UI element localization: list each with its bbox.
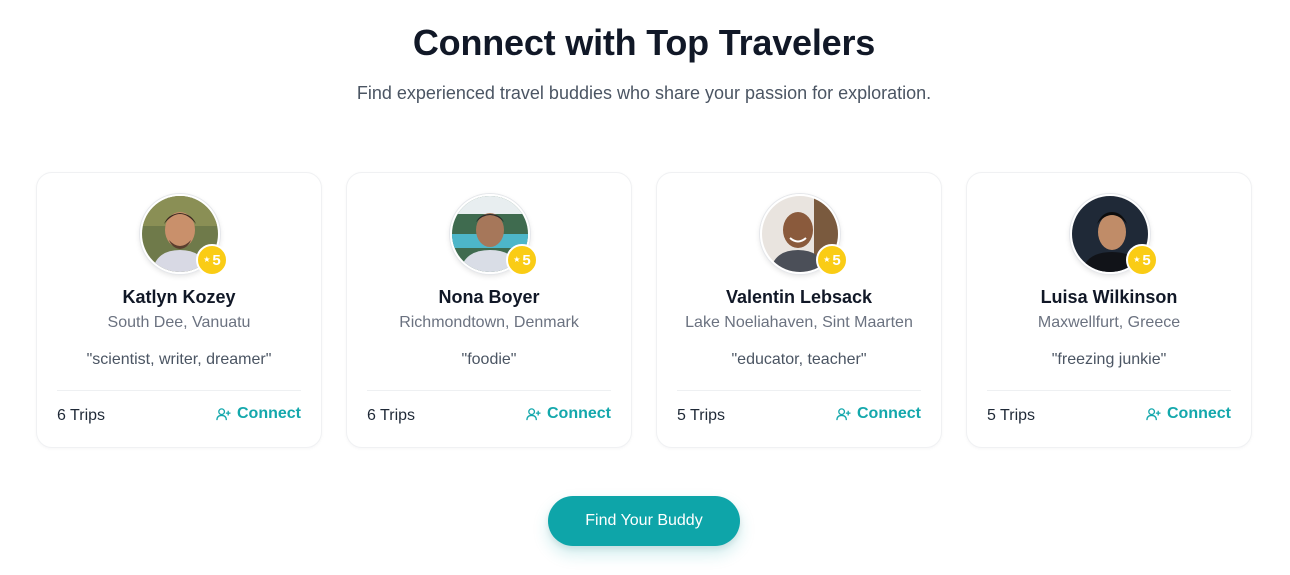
connect-label: Connect [857,405,921,422]
traveler-name: Luisa Wilkinson [1040,287,1178,307]
card-divider [57,390,301,391]
star-icon: ★ [203,255,211,264]
traveler-bio: "foodie" [461,351,517,368]
user-plus-icon [526,407,541,420]
traveler-bio: "educator, teacher" [731,351,867,368]
page-subtitle: Find experienced travel buddies who shar… [356,83,932,103]
traveler-card: ★ 5 Valentin Lebsack Lake Noeliahaven, S… [656,172,942,448]
traveler-card-list: ★ 5 Katlyn Kozey South Dee, Vanuatu "sci… [36,172,1252,448]
rating-value: 5 [212,251,221,269]
travelers-section: Connect with Top Travelers Find experien… [0,0,1290,575]
rating-badge: ★ 5 [196,244,228,276]
rating-badge: ★ 5 [506,244,538,276]
avatar-container: ★ 5 [140,194,228,276]
traveler-location: Lake Noeliahaven, Sint Maarten [685,314,913,331]
traveler-bio: "scientist, writer, dreamer" [86,351,272,368]
connect-button[interactable]: Connect [836,405,921,423]
rating-value: 5 [832,251,841,269]
avatar-container: ★ 5 [760,194,848,276]
avatar-container: ★ 5 [450,194,538,276]
trip-count: 5 Trips [677,407,726,424]
star-icon: ★ [1133,255,1141,264]
trip-count: 5 Trips [987,407,1036,424]
find-buddy-label: Find Your Buddy [585,512,703,529]
traveler-card: ★ 5 Katlyn Kozey South Dee, Vanuatu "sci… [36,172,322,448]
rating-value: 5 [522,251,531,269]
traveler-location: Richmondtown, Denmark [399,314,579,331]
user-plus-icon [836,407,851,420]
traveler-name: Katlyn Kozey [122,287,236,307]
connect-label: Connect [1167,405,1231,422]
card-divider [677,390,921,391]
star-icon: ★ [513,255,521,264]
find-buddy-button[interactable]: Find Your Buddy [548,496,740,546]
traveler-name: Nona Boyer [438,287,540,307]
traveler-location: Maxwellfurt, Greece [1037,314,1181,331]
page-title: Connect with Top Travelers [412,22,876,63]
connect-button[interactable]: Connect [1146,405,1231,423]
traveler-card: ★ 5 Luisa Wilkinson Maxwellfurt, Greece … [966,172,1252,448]
user-plus-icon [1146,407,1161,420]
connect-label: Connect [237,405,301,422]
rating-value: 5 [1142,251,1151,269]
avatar-container: ★ 5 [1070,194,1158,276]
traveler-card: ★ 5 Nona Boyer Richmondtown, Denmark "fo… [346,172,632,448]
connect-label: Connect [547,405,611,422]
traveler-bio: "freezing junkie" [1051,351,1167,368]
traveler-location: South Dee, Vanuatu [107,314,251,331]
card-divider [987,390,1231,391]
trip-count: 6 Trips [57,407,106,424]
star-icon: ★ [823,255,831,264]
rating-badge: ★ 5 [1126,244,1158,276]
user-plus-icon [216,407,231,420]
connect-button[interactable]: Connect [216,405,301,423]
card-divider [367,390,611,391]
trip-count: 6 Trips [367,407,416,424]
connect-button[interactable]: Connect [526,405,611,423]
traveler-name: Valentin Lebsack [725,287,873,307]
rating-badge: ★ 5 [816,244,848,276]
